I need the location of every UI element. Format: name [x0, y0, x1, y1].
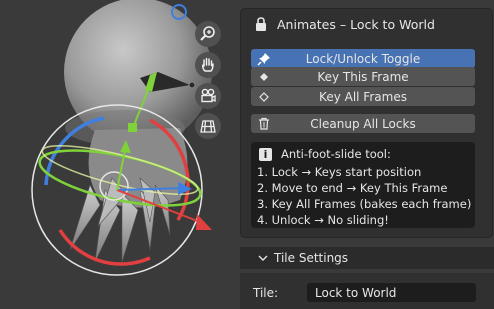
info-heading: Anti-foot-slide tool: [281, 147, 391, 161]
cleanup-all-locks-label: Cleanup All Locks [310, 116, 416, 131]
key-all-frames-label: Key All Frames [319, 89, 407, 104]
pan-button[interactable] [195, 52, 221, 78]
chevron-down-icon [258, 255, 268, 261]
info-heading-row: i Anti-foot-slide tool: [259, 147, 391, 161]
lock-unlock-toggle-button[interactable]: Lock/Unlock Toggle [251, 49, 475, 68]
tile-field-label: Tile: [253, 286, 279, 300]
panel-header[interactable]: Animates – Lock to World [241, 9, 492, 39]
camera-icon [201, 88, 216, 103]
info-box: i Anti-foot-slide tool: 1. Lock → Keys s… [251, 142, 475, 228]
panel-title: Animates – Lock to World [277, 16, 435, 32]
info-line: 1. Lock → Keys start position [257, 165, 422, 179]
info-line: 4. Unlock → No sliding! [257, 213, 389, 227]
key-this-frame-button[interactable]: Key This Frame [251, 67, 475, 86]
info-line: 2. Move to end → Key This Frame [257, 181, 448, 195]
key-this-frame-label: Key This Frame [317, 69, 409, 84]
info-icon: i [259, 147, 272, 161]
zoom-icon [200, 26, 215, 41]
camera-button[interactable] [195, 83, 221, 109]
zoom-button[interactable] [195, 21, 221, 47]
grid-icon [200, 120, 216, 133]
tile-name-field[interactable]: Lock to World [307, 283, 476, 302]
pan-hand-icon [202, 57, 214, 72]
tile-name-value: Lock to World [315, 285, 397, 300]
view-grid-button[interactable] [195, 113, 221, 139]
key-all-frames-button[interactable]: Key All Frames [251, 87, 475, 106]
cleanup-all-locks-button[interactable]: Cleanup All Locks [251, 114, 475, 133]
lock-icon [256, 17, 266, 31]
tile-settings-header[interactable]: Tile Settings [240, 247, 494, 269]
info-line: 3. Key All Frames (bakes each frame) [257, 197, 472, 211]
tile-settings-title: Tile Settings [274, 251, 349, 265]
lock-unlock-toggle-label: Lock/Unlock Toggle [305, 51, 421, 66]
